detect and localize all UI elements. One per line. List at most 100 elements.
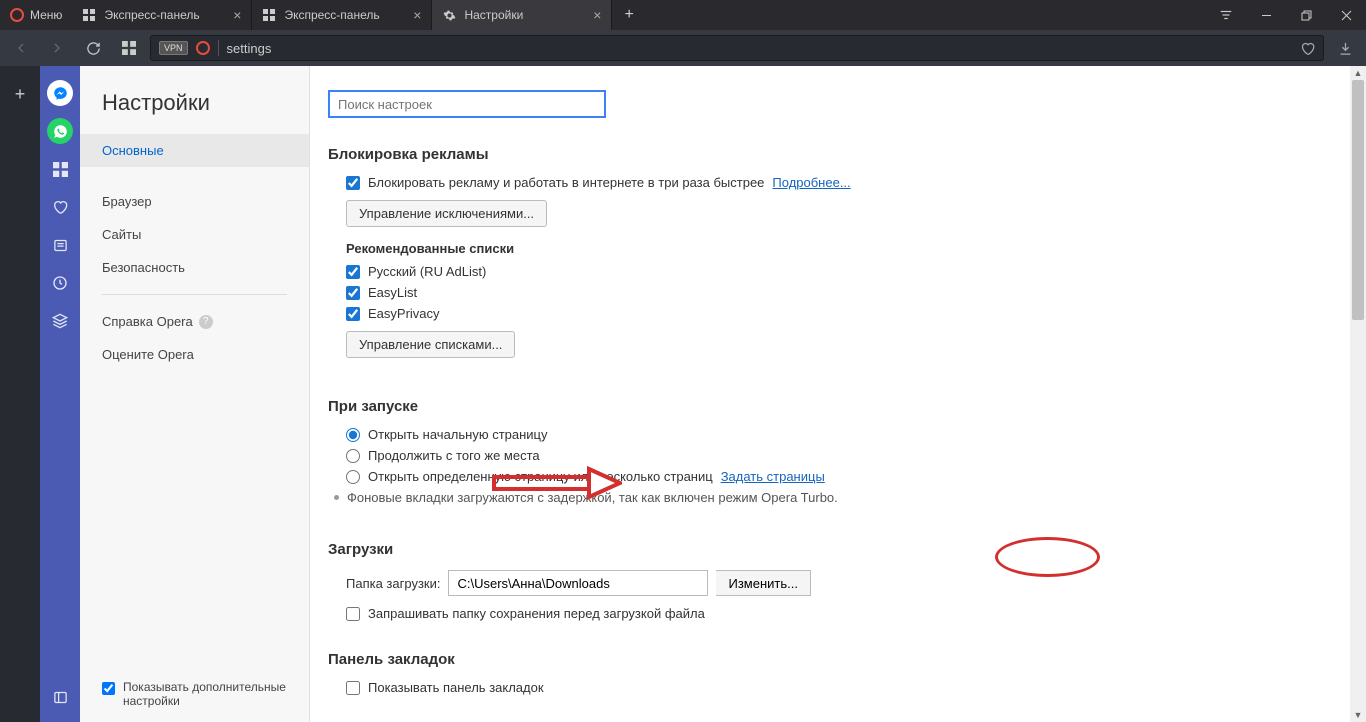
section-title: Блокировка рекламы	[328, 146, 1348, 163]
new-tab-button[interactable]: +	[612, 6, 645, 24]
nav-item-security[interactable]: Безопасность	[80, 251, 309, 284]
section-downloads: Загрузки Папка загрузки: Изменить... Зап…	[328, 541, 1348, 621]
bullet-icon	[334, 495, 339, 500]
download-folder-label: Папка загрузки:	[346, 576, 440, 591]
show-advanced-checkbox[interactable]	[102, 682, 115, 695]
tab-speeddial-2[interactable]: Экспресс-панель ×	[252, 0, 432, 30]
set-pages-link[interactable]: Задать страницы	[721, 469, 825, 484]
settings-sidebar: Настройки Основные Браузер Сайты Безопас…	[80, 66, 310, 722]
news-sidebar-icon[interactable]	[47, 232, 73, 258]
nav-item-sites[interactable]: Сайты	[80, 218, 309, 251]
scrollbar[interactable]: ▲ ▼	[1350, 66, 1366, 722]
section-startup: При запуске Открыть начальную страницу П…	[328, 398, 1348, 505]
opera-site-icon	[196, 41, 210, 55]
main: + Настройки Основные	[0, 66, 1366, 722]
blue-sidebar	[40, 66, 80, 722]
whatsapp-icon[interactable]	[47, 118, 73, 144]
speeddial-sidebar-icon[interactable]	[47, 156, 73, 182]
list-easylist-checkbox[interactable]	[346, 286, 360, 300]
back-button[interactable]	[6, 33, 36, 63]
menu-button[interactable]: Меню	[0, 0, 72, 30]
manage-lists-button[interactable]: Управление списками...	[346, 331, 515, 358]
bookmarks-sidebar-icon[interactable]	[47, 194, 73, 220]
opera-logo-icon	[10, 8, 24, 22]
window-controls	[1206, 0, 1366, 30]
manage-exceptions-button[interactable]: Управление исключениями...	[346, 200, 547, 227]
tab-label: Настройки	[464, 8, 523, 22]
adblock-enable-label: Блокировать рекламу и работать в интерне…	[368, 175, 764, 190]
turbo-note: Фоновые вкладки загружаются с задержкой,…	[347, 490, 838, 505]
adblock-more-link[interactable]: Подробнее...	[772, 175, 850, 190]
adblock-enable-checkbox[interactable]	[346, 176, 360, 190]
list-easylist-label: EasyList	[368, 285, 417, 300]
ask-folder-label: Запрашивать папку сохранения перед загру…	[368, 606, 705, 621]
ask-folder-checkbox[interactable]	[346, 607, 360, 621]
reload-button[interactable]	[78, 33, 108, 63]
url-box[interactable]: VPN settings	[150, 35, 1324, 61]
nav-item-basic[interactable]: Основные	[80, 134, 309, 167]
recommended-lists-label: Рекомендованные списки	[346, 241, 1348, 256]
downloads-button[interactable]	[1330, 41, 1360, 56]
list-easyprivacy-checkbox[interactable]	[346, 307, 360, 321]
scrollbar-thumb[interactable]	[1352, 80, 1364, 320]
nav-item-help[interactable]: Справка Opera ?	[80, 305, 309, 338]
divider	[102, 294, 287, 295]
forward-button[interactable]	[42, 33, 72, 63]
url-text: settings	[227, 41, 1292, 56]
startup-home-label: Открыть начальную страницу	[368, 427, 548, 442]
dark-sidebar: +	[0, 66, 40, 722]
show-bookmarks-bar-checkbox[interactable]	[346, 681, 360, 695]
section-title: При запуске	[328, 398, 1348, 415]
scroll-up-icon[interactable]: ▲	[1350, 66, 1366, 80]
close-icon[interactable]: ×	[593, 7, 601, 23]
show-bookmarks-bar-label: Показывать панель закладок	[368, 680, 544, 695]
messenger-icon[interactable]	[47, 80, 73, 106]
section-adblock: Блокировка рекламы Блокировать рекламу и…	[328, 146, 1348, 358]
scroll-down-icon[interactable]: ▼	[1350, 708, 1366, 722]
sidebar-toggle-icon[interactable]	[47, 684, 73, 710]
show-advanced-label: Показывать дополнительные настройки	[123, 680, 287, 708]
gear-icon	[442, 8, 456, 22]
list-ru-checkbox[interactable]	[346, 265, 360, 279]
easy-setup-icon[interactable]	[1206, 0, 1246, 30]
section-title: Загрузки	[328, 541, 1348, 558]
menu-label: Меню	[30, 8, 62, 22]
add-workspace-button[interactable]: +	[0, 76, 40, 112]
section-bookmarks-bar: Панель закладок Показывать панель заклад…	[328, 651, 1348, 695]
close-button[interactable]	[1326, 0, 1366, 30]
startup-pages-radio[interactable]	[346, 470, 360, 484]
minimize-button[interactable]	[1246, 0, 1286, 30]
tab-speeddial-1[interactable]: Экспресс-панель ×	[72, 0, 252, 30]
speeddial-button[interactable]	[114, 33, 144, 63]
change-folder-button[interactable]: Изменить...	[716, 570, 810, 596]
startup-continue-radio[interactable]	[346, 449, 360, 463]
download-folder-input[interactable]	[448, 570, 708, 596]
list-ru-label: Русский (RU AdList)	[368, 264, 486, 279]
content: ▲ ▼ Блокировка рекламы Блокировать рекла…	[310, 66, 1366, 722]
nav-item-browser[interactable]: Браузер	[80, 185, 309, 218]
nav-item-rate[interactable]: Оцените Opera	[80, 338, 309, 371]
tab-label: Экспресс-панель	[104, 8, 199, 22]
separator	[218, 40, 219, 56]
help-icon: ?	[199, 315, 213, 329]
startup-home-radio[interactable]	[346, 428, 360, 442]
show-advanced-footer: Показывать дополнительные настройки	[80, 666, 309, 722]
startup-pages-label: Открыть определенную страницу или нескол…	[368, 469, 713, 484]
close-icon[interactable]: ×	[413, 7, 421, 23]
bookmark-heart-icon[interactable]	[1300, 41, 1315, 56]
vpn-badge[interactable]: VPN	[159, 41, 188, 55]
speeddial-icon	[82, 8, 96, 22]
settings-title: Настройки	[80, 90, 309, 134]
maximize-button[interactable]	[1286, 0, 1326, 30]
tab-settings[interactable]: Настройки ×	[432, 0, 612, 30]
list-easyprivacy-label: EasyPrivacy	[368, 306, 440, 321]
extensions-sidebar-icon[interactable]	[47, 308, 73, 334]
nav-help-label: Справка Opera	[102, 314, 193, 329]
section-title: Панель закладок	[328, 651, 1348, 668]
settings-nav: Основные Браузер Сайты Безопасность Спра…	[80, 134, 309, 371]
search-input[interactable]	[328, 90, 606, 118]
tabs: Экспресс-панель × Экспресс-панель × Наст…	[72, 0, 612, 30]
history-sidebar-icon[interactable]	[47, 270, 73, 296]
close-icon[interactable]: ×	[233, 7, 241, 23]
speeddial-icon	[262, 8, 276, 22]
